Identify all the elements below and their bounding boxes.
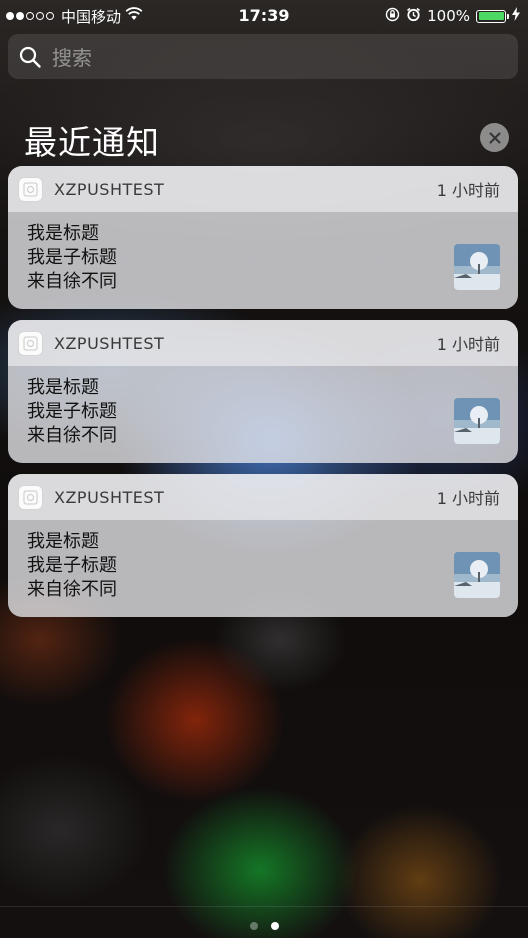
notification-subtitle: 我是子标题 (27, 555, 117, 576)
orientation-lock-icon (385, 7, 400, 26)
search-icon (19, 46, 41, 68)
notification-subtitle: 我是子标题 (27, 247, 117, 268)
app-icon (18, 330, 43, 356)
notification-header: XZPUSHTEST 1 小时前 (8, 320, 518, 366)
app-name: XZPUSHTEST (54, 487, 165, 507)
battery-icon (476, 9, 509, 23)
page-indicator[interactable] (0, 922, 528, 930)
section-title: 最近通知 (24, 123, 160, 162)
notification-subtitle: 我是子标题 (27, 401, 117, 422)
notification-body: 我是标题 我是子标题 来自徐不同 (8, 520, 518, 602)
notification-thumbnail-image (454, 244, 500, 290)
notification-card[interactable]: XZPUSHTEST 1 小时前 我是标题 我是子标题 来自徐不同 (8, 166, 518, 309)
notification-header: XZPUSHTEST 1 小时前 (8, 474, 518, 520)
notification-message: 来自徐不同 (27, 271, 117, 292)
search-bar[interactable]: 搜索 (8, 34, 518, 79)
notification-message: 来自徐不同 (27, 425, 117, 446)
notification-body: 我是标题 我是子标题 来自徐不同 (8, 212, 518, 294)
notification-thumbnail-image (454, 552, 500, 598)
alarm-icon (406, 7, 421, 26)
close-icon (489, 132, 500, 143)
notification-thumbnail-image (454, 398, 500, 444)
notification-card[interactable]: XZPUSHTEST 1 小时前 我是标题 我是子标题 来自徐不同 (8, 320, 518, 463)
notification-title: 我是标题 (27, 223, 99, 244)
notification-title: 我是标题 (27, 531, 99, 552)
app-icon (18, 484, 43, 510)
notification-time: 1 小时前 (436, 335, 500, 354)
status-bar-right: 100% (385, 0, 520, 32)
notification-time: 1 小时前 (436, 489, 500, 508)
app-icon (18, 176, 43, 202)
battery-level (478, 12, 504, 20)
charging-bolt-icon (512, 7, 520, 25)
notification-time: 1 小时前 (436, 181, 500, 200)
notification-body: 我是标题 我是子标题 来自徐不同 (8, 366, 518, 448)
notification-title: 我是标题 (27, 377, 99, 398)
notification-card[interactable]: XZPUSHTEST 1 小时前 我是标题 我是子标题 来自徐不同 (8, 474, 518, 617)
search-placeholder: 搜索 (52, 46, 92, 70)
divider (0, 906, 528, 907)
page-dot[interactable] (249, 922, 258, 930)
notification-message: 来自徐不同 (27, 579, 117, 600)
status-bar: 中国移动 17:39 100% (0, 0, 528, 32)
clear-notifications-button[interactable] (480, 123, 509, 152)
battery-percent: 100% (427, 7, 470, 25)
app-name: XZPUSHTEST (54, 179, 165, 199)
notification-header: XZPUSHTEST 1 小时前 (8, 166, 518, 212)
battery-cap (507, 13, 509, 19)
app-name: XZPUSHTEST (54, 333, 165, 353)
page-dot-active[interactable] (270, 922, 279, 930)
